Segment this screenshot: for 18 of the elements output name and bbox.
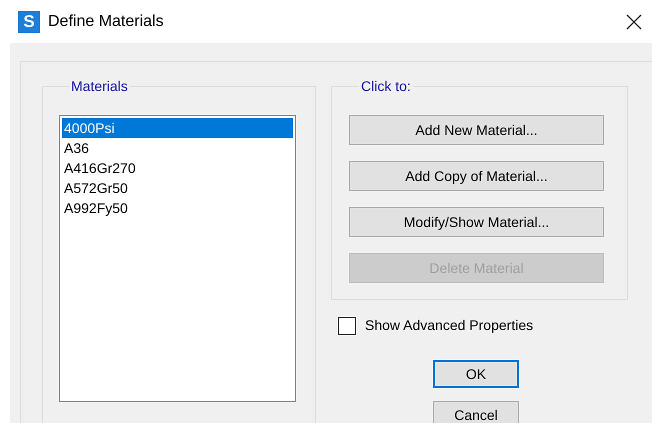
checkbox-label: Show Advanced Properties	[365, 316, 534, 335]
window-title: Define Materials	[48, 12, 164, 32]
list-item[interactable]: A572Gr50	[62, 178, 293, 198]
action-button[interactable]: Modify/Show Material...	[349, 207, 604, 237]
list-item[interactable]: A416Gr270	[62, 158, 293, 178]
dialog-button[interactable]: OK	[433, 360, 519, 388]
list-item[interactable]: A36	[62, 138, 293, 158]
checkbox[interactable]	[338, 316, 356, 334]
app-logo: S	[18, 10, 40, 32]
list-item[interactable]: A992Fy50	[62, 198, 293, 218]
materials-list[interactable]: 4000Psi A36 A416Gr270 A572Gr50 A992Fy50	[59, 115, 296, 402]
close-icon[interactable]	[626, 14, 642, 30]
group-label: Materials	[70, 77, 129, 96]
action-button[interactable]: Add Copy of Material...	[349, 161, 604, 191]
list-item[interactable]: 4000Psi	[62, 118, 293, 138]
action-button[interactable]: Add New Material...	[349, 115, 604, 145]
group-label: Click to:	[360, 77, 412, 96]
dialog-button[interactable]: Cancel	[433, 401, 519, 423]
